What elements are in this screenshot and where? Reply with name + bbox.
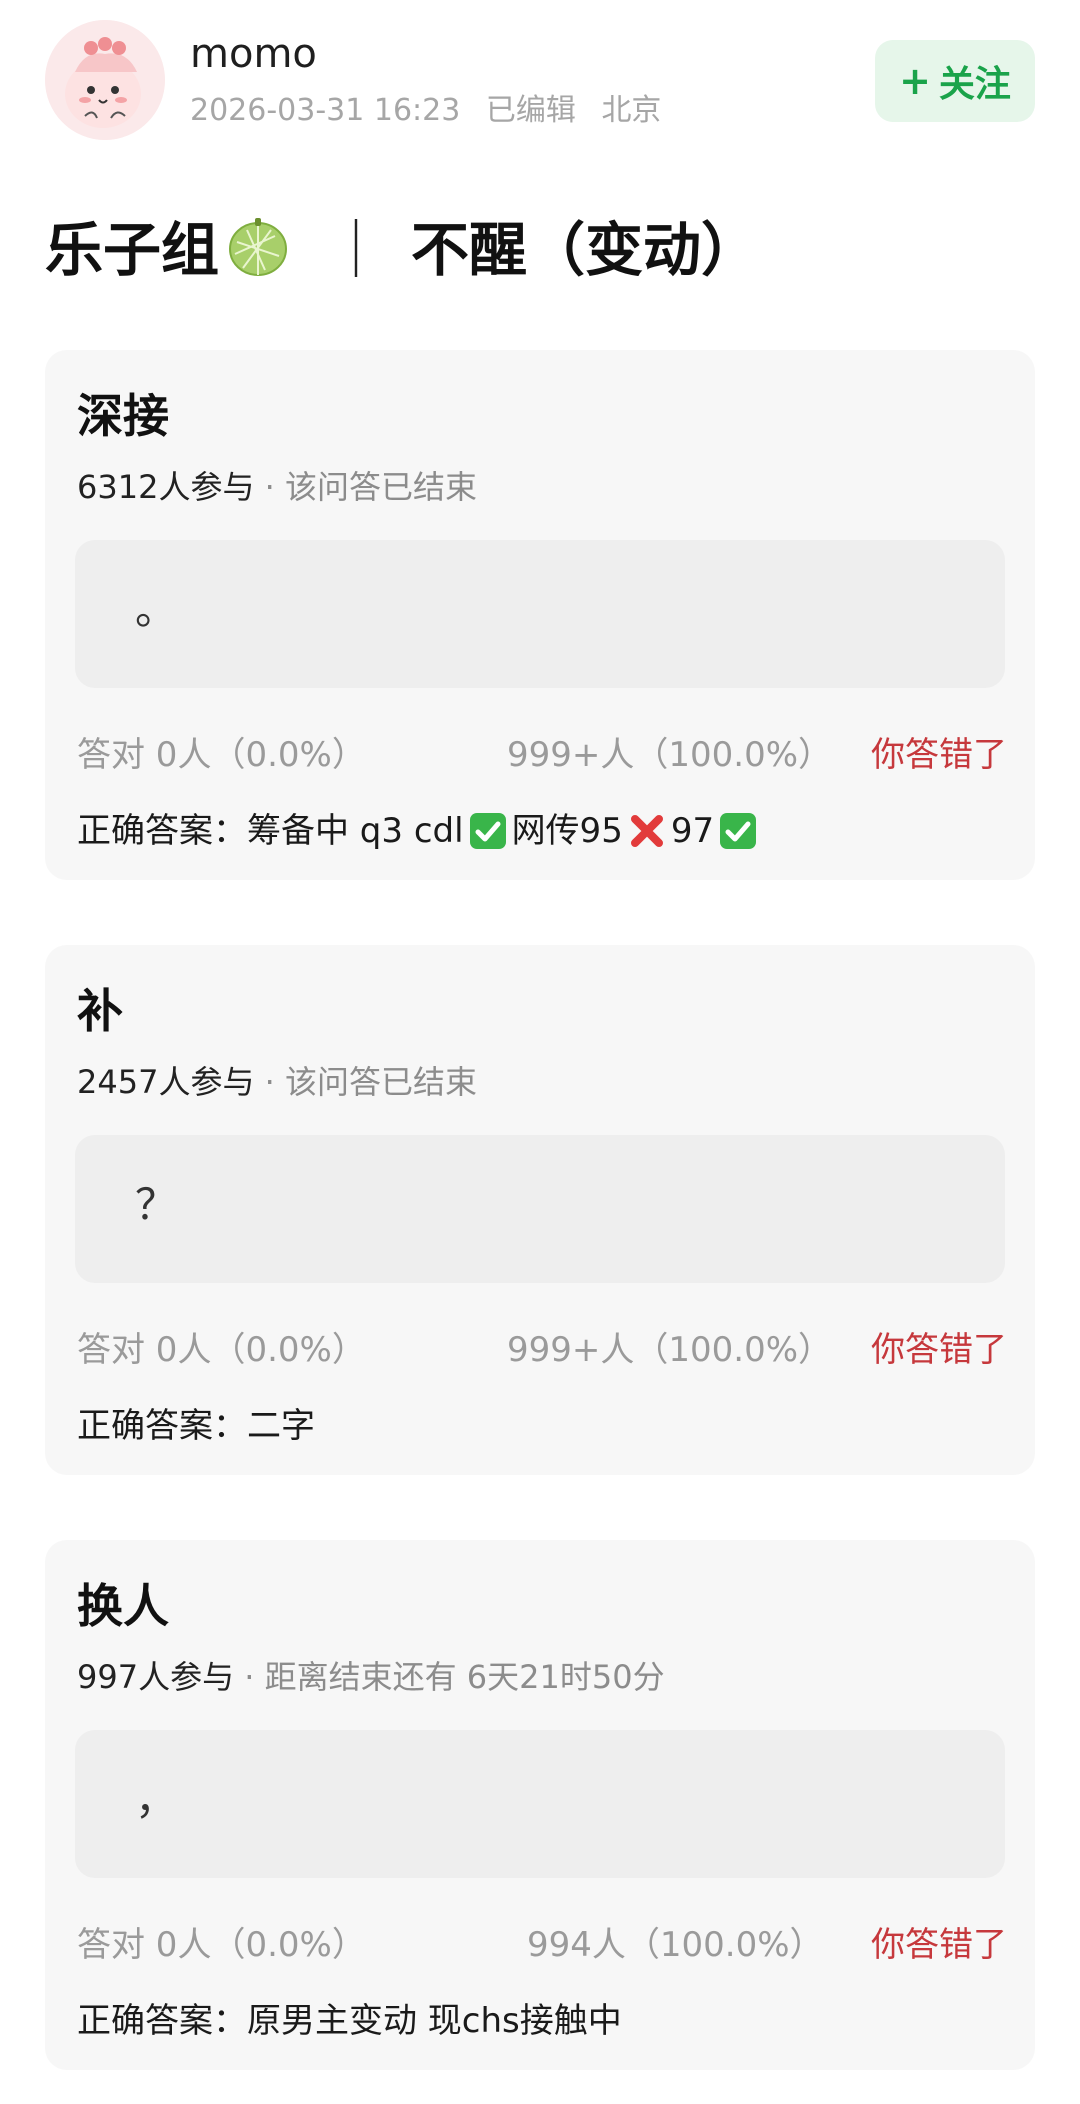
cross-icon (630, 815, 663, 847)
result-label: 你答错了 (871, 735, 1007, 775)
quiz-question: 补 (77, 984, 123, 1038)
result-label: 你答错了 (871, 1330, 1007, 1370)
user-answer-box: 。 (75, 540, 1005, 688)
follow-button[interactable]: + 关注 (875, 40, 1035, 122)
quiz-card: 深接 6312人参与 · 该问答已结束 。 答对 0人（0.0%） 999+人（… (45, 350, 1035, 880)
quiz-card: 补 2457人参与 · 该问答已结束 ？ 答对 0人（0.0%） 999+人（1… (45, 945, 1035, 1475)
correct-answer: 正确答案： 原男主变动 现chs接触中 (77, 1996, 622, 2046)
quiz-meta: 997人参与 · 距离结束还有 6天21时50分 (77, 1656, 665, 1698)
avatar[interactable] (45, 20, 165, 140)
avatar-image (45, 20, 165, 140)
username[interactable]: momo (190, 30, 317, 78)
answer-stats: 答对 0人（0.0%） 994人（100.0%） 你答错了 (77, 1920, 1007, 1970)
quiz-status: · 该问答已结束 (264, 468, 477, 506)
correct-answer: 正确答案： 筹备中 q3 cdl 网传95 97 (77, 806, 762, 856)
wrong-stat: 999+人（100.0%） (507, 735, 833, 775)
correct-answer-label: 正确答案： (77, 1406, 247, 1446)
correct-stat: 答对 0人（0.0%） (77, 1925, 366, 1965)
melon-icon (229, 218, 288, 276)
participants-count: 997人参与 (77, 1658, 235, 1696)
quiz-question: 深接 (77, 389, 169, 443)
quiz-meta: 6312人参与 · 该问答已结束 (77, 466, 477, 508)
quiz-status: · 该问答已结束 (264, 1063, 477, 1101)
correct-answer-text: 二字 (247, 1406, 315, 1446)
correct-answer-text: 网传95 (511, 811, 623, 851)
quiz-card: 换人 997人参与 · 距离结束还有 6天21时50分 ， 答对 0人（0.0%… (45, 1540, 1035, 2070)
post-datetime: 2026-03-31 16:23 (190, 93, 461, 128)
title-right: 不醒（变动） (411, 216, 760, 284)
correct-answer: 正确答案： 二字 (77, 1401, 315, 1451)
follow-label: 关注 (938, 64, 1011, 105)
answer-stats: 答对 0人（0.0%） 999+人（100.0%） 你答错了 (77, 730, 1007, 780)
edited-label: 已编辑 (485, 93, 576, 128)
post-page: momo 2026-03-31 16:23 已编辑 北京 + 关注 乐子组 ｜ … (0, 0, 1080, 2104)
wrong-stat: 994人（100.0%） (527, 1925, 824, 1965)
user-answer-box: ， (75, 1730, 1005, 1878)
check-icon (469, 813, 506, 849)
correct-stat: 答对 0人（0.0%） (77, 1330, 366, 1370)
participants-count: 2457人参与 (77, 1063, 255, 1101)
location-label: 北京 (601, 93, 662, 128)
correct-answer-text: 原男主变动 现chs接触中 (247, 2001, 622, 2041)
correct-answer-label: 正确答案： (77, 811, 247, 851)
correct-stat: 答对 0人（0.0%） (77, 735, 366, 775)
user-answer: ， (135, 1775, 178, 1824)
user-answer: 。 (135, 585, 178, 634)
correct-answer-text: 97 (670, 811, 715, 851)
check-icon (720, 813, 757, 849)
plus-icon: + (899, 59, 931, 103)
answer-stats: 答对 0人（0.0%） 999+人（100.0%） 你答错了 (77, 1325, 1007, 1375)
post-meta: 2026-03-31 16:23 已编辑 北京 (190, 92, 677, 130)
participants-count: 6312人参与 (77, 468, 255, 506)
quiz-status: · 距离结束还有 6天21时50分 (244, 1658, 665, 1696)
wrong-stat: 999+人（100.0%） (507, 1330, 833, 1370)
quiz-question: 换人 (77, 1579, 169, 1633)
user-answer-box: ？ (75, 1135, 1005, 1283)
quiz-meta: 2457人参与 · 该问答已结束 (77, 1061, 477, 1103)
user-answer: ？ (135, 1180, 178, 1229)
correct-answer-label: 正确答案： (77, 2001, 247, 2041)
result-label: 你答错了 (871, 1925, 1007, 1965)
correct-answer-text: 筹备中 q3 cdl (247, 811, 464, 851)
title-left: 乐子组 (45, 216, 220, 284)
post-header: momo 2026-03-31 16:23 已编辑 北京 + 关注 (0, 0, 1080, 150)
post-title: 乐子组 ｜ 不醒（变动） (45, 200, 759, 290)
title-separator: ｜ (327, 216, 386, 284)
